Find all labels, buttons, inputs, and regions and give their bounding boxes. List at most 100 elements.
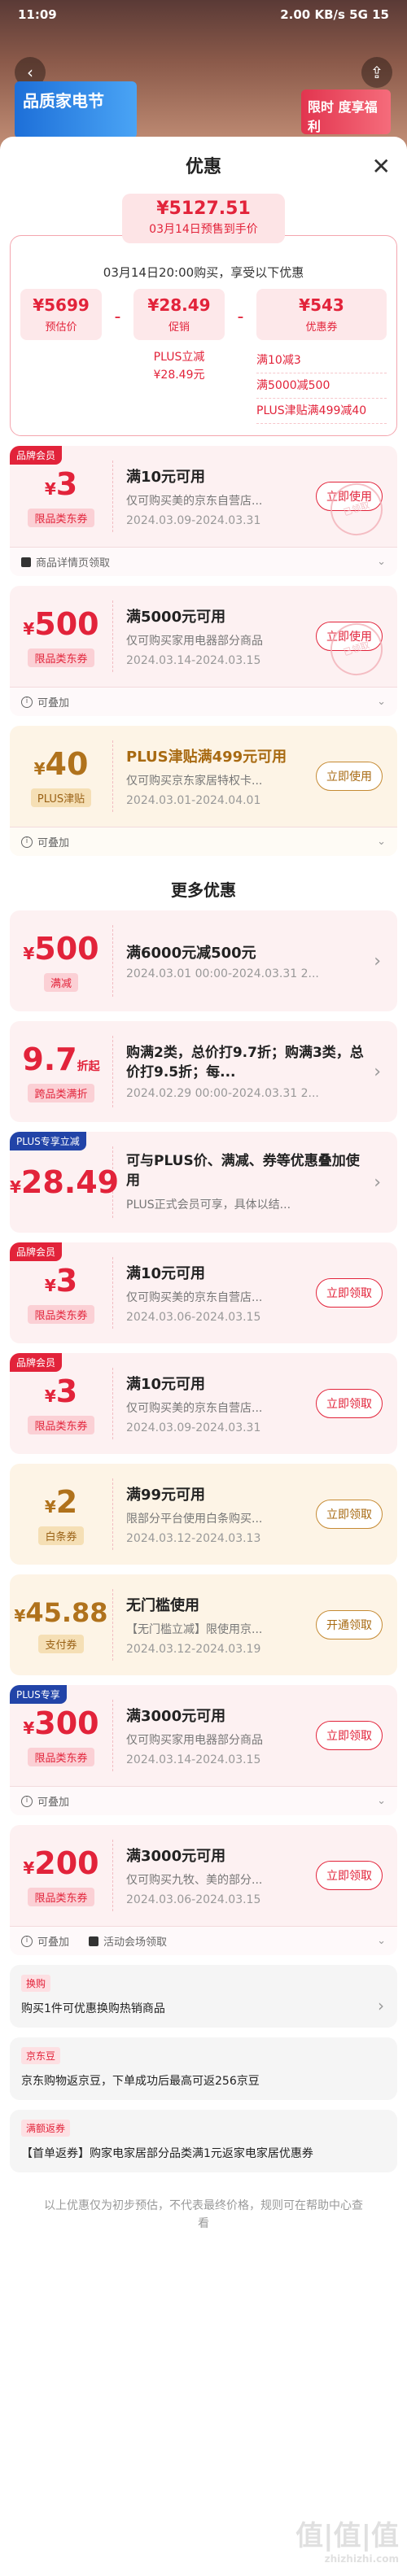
coupon-desc: 仅可购买家用电器部分商品 — [126, 1734, 263, 1747]
chevron-right-icon[interactable]: › — [378, 1996, 384, 2015]
source-icon — [89, 1936, 99, 1946]
watermark-small: zhizhizhi.com — [324, 2553, 399, 2565]
promo-card[interactable]: PLUS专享立减 ¥28.49 可与PLUS价、满减、券等优惠叠加使用 PLUS正… — [10, 1132, 397, 1233]
coupon-tag: 限品类东券 — [28, 648, 94, 667]
promo-card[interactable]: ¥500 满减 满6000元减500元 2024.03.01 00:00-2024.… — [10, 910, 397, 1011]
coupon-footer: 商品详情页领取 — [36, 557, 111, 570]
promo-ribbon: PLUS专享立减 — [10, 1132, 86, 1150]
coupon-card: ¥200 限品类东券 满3000元可用 仅可购买九牧、美的部分... 2024.03.… — [10, 1825, 397, 1955]
watermark: 值|值|值 zhizhizhi.com — [295, 2513, 399, 2565]
coupon-card: ¥45.88 支付券 无门槛使用 【无门槛立减】限使用京... 2024.03.12-… — [10, 1574, 397, 1675]
sheet-title: 优惠 — [185, 157, 221, 177]
promo-amount-value: 9.7 — [22, 1041, 77, 1077]
price-calculation: 03月14日20:00购买，享受以下优惠 ¥5699 预估价 - ¥28.49 … — [10, 235, 397, 436]
minus-icon: - — [114, 307, 121, 327]
coupon-ribbon: 品牌会员 — [10, 446, 63, 465]
watermark-big: 值|值|值 — [295, 2520, 399, 2552]
promo-banner-text: 品质家电节 — [23, 91, 104, 111]
promo-detail: PLUS立减 ¥28.49元 — [133, 348, 225, 384]
status-time: 11:09 — [18, 7, 57, 22]
disclaimer-note: 以上优惠仅为初步预估，不代表最终价格，规则可在帮助中心查看 — [44, 2199, 363, 2230]
chevron-right-icon[interactable]: › — [374, 951, 381, 971]
share-icon[interactable]: ⇪ — [361, 57, 392, 88]
coupon-desc: 限部分平台使用白条购买... — [126, 1513, 263, 1526]
chevron-down-icon[interactable]: ⌄ — [377, 1935, 386, 1947]
promo-detail-line: PLUS立减 — [153, 351, 205, 364]
coupon-ribbon: 品牌会员 — [10, 1353, 63, 1372]
claim-button[interactable]: 立即领取 — [316, 1721, 383, 1750]
promo-banner-right-text: 限时 度享福利 — [308, 99, 378, 134]
coupon-desc: 仅可购买家用电器部分商品 — [126, 635, 263, 648]
info-icon: i — [21, 836, 33, 848]
coupon-desc: 仅可购买美的京东自营店... — [126, 495, 263, 508]
coupon-title: 满10元可用 — [126, 1376, 206, 1393]
promo-date: 2024.03.01 00:00-2024.03.31 2... — [126, 967, 319, 980]
promo-title: 购满2类，总价打9.7折；购满3类，总价打9.5折；每... — [126, 1045, 364, 1081]
coupon-card: 品牌会员 ¥3 限品类东券 满10元可用 仅可购买美的京东自营店... 2024.03… — [10, 446, 397, 576]
coupon-footer: 可叠加 — [37, 1797, 70, 1809]
benefit-tag: 换购 — [21, 1975, 51, 1992]
presale-value: ¥5699 — [33, 295, 90, 315]
coupon-tag: 白条券 — [38, 1526, 84, 1545]
promo-amount-suffix: 折起 — [77, 1059, 100, 1073]
benefit-tag: 满额返券 — [21, 2120, 71, 2137]
coupon-date: 2024.03.14-2024.03.15 — [126, 654, 261, 667]
chevron-down-icon[interactable]: ⌄ — [377, 1795, 386, 1807]
activate-claim-button[interactable]: 开通领取 — [316, 1610, 383, 1639]
promo-tag: 跨品类满折 — [28, 1083, 94, 1102]
calc-title: 03月14日20:00购买，享受以下优惠 — [103, 265, 304, 280]
coupon-detail-line: 满5000减500 — [256, 373, 387, 399]
chevron-right-icon[interactable]: › — [374, 1172, 381, 1193]
coupon-label: 优惠券 — [305, 321, 338, 334]
claim-button[interactable]: 立即领取 — [316, 1500, 383, 1529]
coupon-footer: 可叠加 — [37, 837, 70, 849]
chevron-down-icon[interactable]: ⌄ — [377, 836, 386, 848]
coupon-date: 2024.03.12-2024.03.19 — [126, 1643, 261, 1656]
coupon-date: 2024.03.06-2024.03.15 — [126, 1311, 261, 1324]
background-page: 11:09 2.00 KB/s 5G 15 ‹ ⇪ 品质家电节 限时 度享福利 — [0, 0, 407, 155]
info-icon: i — [21, 1795, 33, 1807]
use-now-button[interactable]: 立即使用 — [316, 762, 383, 791]
info-icon: i — [21, 1935, 33, 1947]
coupon-title: 无门槛使用 — [126, 1597, 199, 1614]
coupon-date: 2024.03.12-2024.03.13 — [126, 1532, 261, 1545]
coupon-desc: 【无门槛立减】限使用京... — [126, 1623, 263, 1636]
benefit-tag: 京东豆 — [21, 2047, 61, 2064]
discount-sheet: 优惠 ✕ ¥5127.51 03月14日预售到手价 03月14日20:00购买，… — [0, 137, 407, 2576]
claim-button[interactable]: 立即领取 — [316, 1278, 383, 1308]
coupon-title: 满10元可用 — [126, 1265, 206, 1282]
coupon-card: 品牌会员 ¥3 限品类东券 满10元可用 仅可购买美的京东自营店... 2024.03… — [10, 1242, 397, 1343]
coupon-detail-line: 满10减3 — [256, 348, 387, 373]
close-icon[interactable]: ✕ — [372, 153, 391, 180]
benefit-item[interactable]: 京东豆 京东购物返京豆，下单成功后最高可返256京豆 — [10, 2037, 397, 2100]
coupon-amount: ¥3 — [44, 465, 78, 502]
more-discounts-title: 更多优惠 — [171, 880, 236, 900]
coupon-ribbon: PLUS专享 — [10, 1685, 67, 1704]
coupon-amount-value: 40 — [45, 745, 89, 782]
coupon-value: ¥543 — [299, 295, 344, 315]
benefit-item[interactable]: 满额返券 【首单返券】购家电家居部分品类满1元返家电家居优惠券 — [10, 2110, 397, 2172]
benefit-item[interactable]: 换购 购买1件可优惠换购热销商品 › — [10, 1965, 397, 2028]
promo-tag: 满减 — [43, 972, 78, 992]
coupon-ribbon: 品牌会员 — [10, 1242, 63, 1261]
final-price: ¥5127.51 — [156, 199, 251, 219]
coupon-amount-value: 3 — [55, 1262, 78, 1299]
coupon-title: PLUS津贴满499元可用 — [126, 749, 287, 766]
promo-label: 促销 — [168, 321, 190, 334]
coupon-date: 2024.03.01-2024.04.01 — [126, 794, 261, 807]
promo-title: 可与PLUS价、满减、券等优惠叠加使用 — [126, 1153, 360, 1189]
info-icon: i — [21, 696, 33, 708]
chevron-right-icon[interactable]: › — [374, 1062, 381, 1082]
claim-button[interactable]: 立即领取 — [316, 1861, 383, 1890]
coupon-date: 2024.03.14-2024.03.15 — [126, 1753, 261, 1766]
coupon-desc: 仅可购买美的京东自营店... — [126, 1291, 263, 1304]
promo-value: ¥28.49 — [147, 295, 211, 315]
chevron-down-icon[interactable]: ⌄ — [377, 556, 386, 568]
coupon-date: 2024.03.09-2024.03.31 — [126, 1421, 261, 1434]
status-indicators: 2.00 KB/s 5G 15 — [280, 7, 389, 22]
promo-banner: 品质家电节 — [15, 81, 137, 138]
chevron-down-icon[interactable]: ⌄ — [377, 696, 386, 708]
claim-button[interactable]: 立即领取 — [316, 1389, 383, 1418]
coupon-tag: 支付券 — [38, 1634, 84, 1653]
promo-card[interactable]: 9.7折起跨品类满折 购满2类，总价打9.7折；购满3类，总价打9.5折；每..… — [10, 1021, 397, 1122]
